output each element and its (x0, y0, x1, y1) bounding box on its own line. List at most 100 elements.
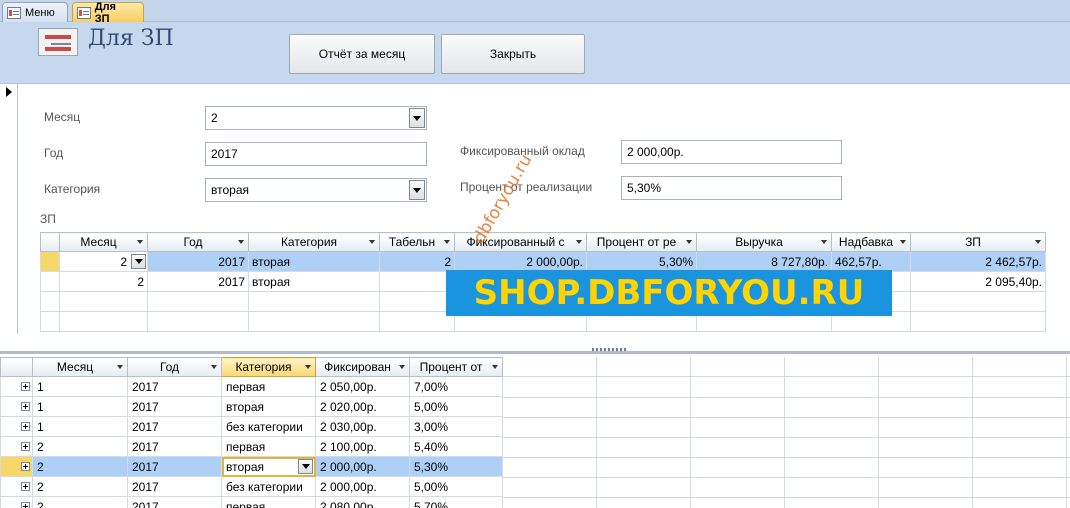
cell[interactable]: 462,57р. (831, 251, 911, 272)
cell[interactable]: 2 (59, 251, 148, 272)
month-dropdown-button[interactable] (409, 108, 425, 128)
category-combo-cell[interactable]: вторая (221, 456, 316, 477)
cell[interactable]: 2 (59, 271, 148, 292)
cell[interactable]: 7,00% (409, 376, 503, 397)
cell[interactable]: 5,00% (409, 476, 503, 497)
cell[interactable]: 2017 (127, 376, 222, 397)
fixed-salary-field[interactable]: 2 000,00р. (621, 140, 842, 164)
cell[interactable]: 5,30% (409, 456, 503, 477)
table-row[interactable]: 1 2017 первая 2 050,00р. 7,00% (0, 376, 503, 397)
cell[interactable]: первая (221, 376, 316, 397)
cell[interactable]: 2 (32, 456, 128, 477)
cell[interactable]: 2 (32, 476, 128, 497)
col-percent[interactable]: Процент от ре (586, 232, 697, 252)
cell[interactable]: 2 030,00р. (315, 416, 410, 437)
cell[interactable]: вторая (221, 396, 316, 417)
category-combo[interactable]: вторая (205, 178, 427, 202)
cell[interactable]: 2 020,00р. (315, 396, 410, 417)
col-revenue[interactable]: Выручка (696, 232, 832, 252)
cell[interactable]: без категории (221, 416, 316, 437)
ds-col-fixed[interactable]: Фиксирован (315, 357, 410, 377)
row-selector[interactable] (0, 416, 33, 437)
table-row[interactable]: 2 2017 первая 2 080,00р. 5,70% (0, 496, 503, 508)
row-selector[interactable] (0, 396, 33, 417)
col-zp[interactable]: ЗП (910, 232, 1046, 252)
cell[interactable]: 5,00% (409, 396, 503, 417)
cell[interactable]: 2 050,00р. (315, 376, 410, 397)
cell[interactable]: первая (221, 436, 316, 457)
cell[interactable]: 2 (32, 496, 128, 508)
cell[interactable]: 2017 (127, 416, 222, 437)
cell[interactable]: 2 (32, 436, 128, 457)
percent-field[interactable]: 5,30% (621, 176, 842, 200)
expand-icon[interactable] (21, 462, 30, 471)
select-all-corner[interactable] (40, 232, 60, 252)
cell[interactable]: 5,40% (409, 436, 503, 457)
cell[interactable]: 2017 (127, 476, 222, 497)
cell[interactable]: 2017 (127, 436, 222, 457)
close-button[interactable]: Закрыть (441, 34, 585, 74)
row-selector[interactable] (40, 251, 60, 272)
col-tabel[interactable]: Табельн (379, 232, 455, 252)
table-row[interactable]: 2 2017 первая 2 100,00р. 5,40% (0, 436, 503, 457)
splitter-grip-icon[interactable] (592, 348, 628, 351)
table-row[interactable]: 2 2017 без категории 2 000,00р. 5,00% (0, 476, 503, 497)
expand-icon[interactable] (21, 442, 30, 451)
record-selector[interactable] (0, 84, 18, 334)
month-combo[interactable]: 2 (205, 106, 427, 130)
cell[interactable]: 5,70% (409, 496, 503, 508)
tab-dlya-zp[interactable]: Для ЗП (72, 1, 144, 25)
col-bonus[interactable]: Надбавка (831, 232, 911, 252)
col-year[interactable]: Год (147, 232, 249, 252)
cell[interactable]: первая (221, 496, 316, 508)
cell[interactable]: 2017 (127, 396, 222, 417)
cell[interactable]: 2 095,40р. (910, 271, 1046, 292)
cell[interactable]: 1 (32, 396, 128, 417)
cell[interactable]: 2017 (147, 271, 249, 292)
ds-col-percent[interactable]: Процент от (409, 357, 503, 377)
cell[interactable]: 2 100,00р. (315, 436, 410, 457)
row-selector[interactable] (40, 271, 60, 292)
table-row[interactable]: 2 2017 вторая 2 2 000,00р. 5,30% 8 727,8… (40, 251, 1046, 272)
cell[interactable]: 2017 (127, 496, 222, 508)
col-category[interactable]: Категория (248, 232, 380, 252)
expand-icon[interactable] (21, 502, 30, 508)
cell[interactable]: вторая (248, 251, 380, 272)
cell[interactable]: 2 080,00р. (315, 496, 410, 508)
cell[interactable]: 5,30% (586, 251, 697, 272)
row-selector[interactable] (0, 456, 33, 477)
cell[interactable]: 1 (32, 376, 128, 397)
cell[interactable]: 2017 (147, 251, 249, 272)
cell[interactable]: без категории (221, 476, 316, 497)
cell[interactable]: вторая (248, 271, 380, 292)
expand-icon[interactable] (21, 482, 30, 491)
table-row-current[interactable]: 2 2017 вторая 2 000,00р. 5,30% (0, 456, 503, 477)
ds-col-category[interactable]: Категория (221, 357, 316, 377)
row-selector[interactable] (0, 436, 33, 457)
cell[interactable]: 2017 (127, 456, 222, 477)
tab-menu[interactable]: Меню (2, 2, 68, 22)
category-dropdown-button[interactable] (409, 180, 425, 200)
row-selector[interactable] (0, 476, 33, 497)
cell[interactable]: 3,00% (409, 416, 503, 437)
cell[interactable]: 2 000,00р. (315, 476, 410, 497)
category-cell-dropdown-button[interactable] (298, 459, 313, 474)
month-cell-dropdown-button[interactable] (131, 254, 146, 269)
report-month-button[interactable]: Отчёт за месяц (289, 34, 435, 74)
cell[interactable] (379, 271, 455, 292)
cell[interactable]: 2 000,00р. (454, 251, 587, 272)
cell[interactable]: 8 727,80р. (696, 251, 832, 272)
cell[interactable]: 2 000,00р. (315, 456, 410, 477)
expand-icon[interactable] (21, 382, 30, 391)
select-all-corner[interactable] (0, 357, 33, 377)
col-month[interactable]: Месяц (59, 232, 148, 252)
table-row[interactable]: 1 2017 без категории 2 030,00р. 3,00% (0, 416, 503, 437)
year-field[interactable]: 2017 (205, 142, 427, 166)
row-selector[interactable] (0, 376, 33, 397)
expand-icon[interactable] (21, 402, 30, 411)
expand-icon[interactable] (21, 422, 30, 431)
cell[interactable]: 2 (379, 251, 455, 272)
ds-col-year[interactable]: Год (127, 357, 222, 377)
cell[interactable]: 2 462,57р. (910, 251, 1046, 272)
table-row[interactable]: 1 2017 вторая 2 020,00р. 5,00% (0, 396, 503, 417)
